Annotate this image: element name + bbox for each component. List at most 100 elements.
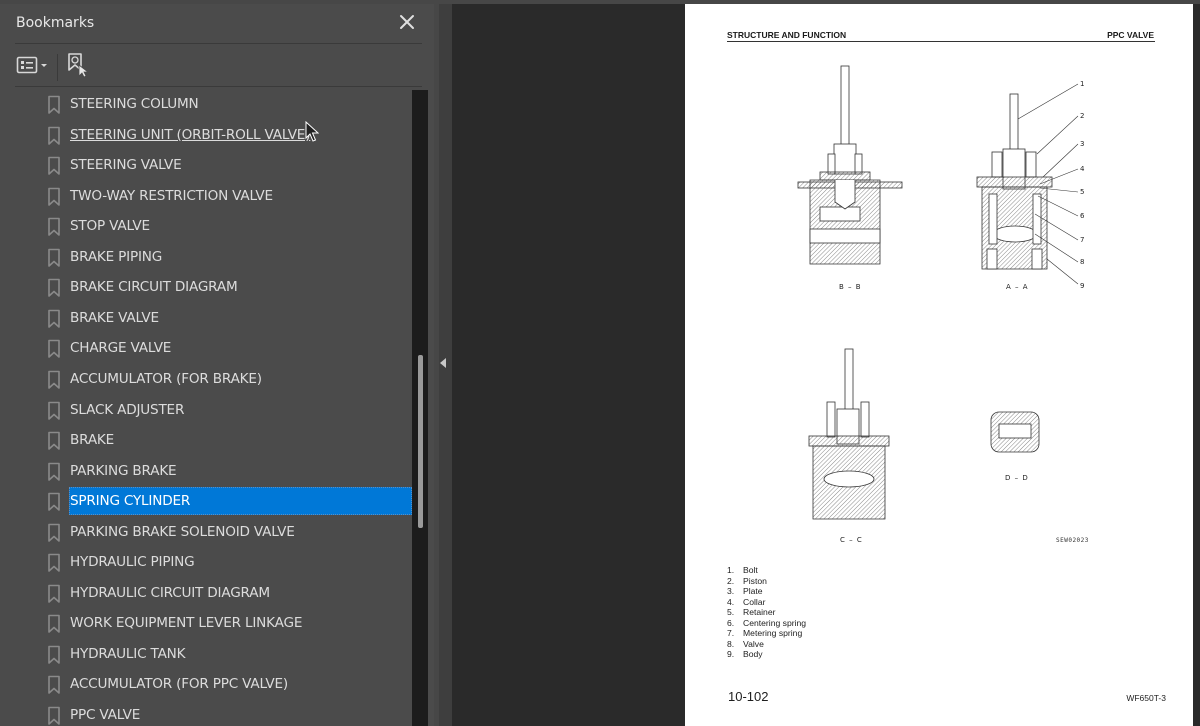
bookmark-icon <box>48 584 60 603</box>
legend-row: 6. Centering spring <box>727 618 806 629</box>
find-current-bookmark-icon <box>68 53 90 78</box>
legend-number: 1. <box>727 565 735 575</box>
legend-number: 6. <box>727 617 735 628</box>
bookmark-item[interactable]: BRAKE PIPING <box>0 243 412 273</box>
view-d-d <box>990 411 1040 453</box>
bookmark-item[interactable]: HYDRAULIC TANK <box>0 640 412 670</box>
bookmark-item[interactable]: CHARGE VALVE <box>0 334 412 364</box>
options-list-icon <box>16 56 47 74</box>
view-c-c <box>808 348 890 520</box>
page-number: 10-102 <box>728 689 769 704</box>
view-b-b <box>797 65 903 265</box>
legend-number: 3. <box>727 586 735 596</box>
bookmark-item[interactable]: TWO-WAY RESTRICTION VALVE <box>0 182 412 212</box>
legend-number: 8. <box>727 638 735 649</box>
find-current-bookmark-button[interactable] <box>66 52 90 80</box>
bookmark-label: STEERING VALVE <box>70 157 182 174</box>
bookmark-icon <box>48 706 60 725</box>
bookmark-item[interactable]: SLACK ADJUSTER <box>0 396 412 426</box>
bookmark-label: HYDRAULIC PIPING <box>70 554 195 571</box>
bookmark-item[interactable]: STEERING COLUMN <box>0 90 412 120</box>
bookmark-item[interactable]: PARKING BRAKE <box>0 457 412 487</box>
legend-row: 8. Valve <box>727 639 806 650</box>
bookmark-icon <box>48 676 60 695</box>
view-label-a-a: A – A <box>1006 283 1029 291</box>
bookmark-icon <box>48 462 60 481</box>
bookmark-options-button[interactable] <box>16 54 50 76</box>
bookmark-icon <box>48 187 60 206</box>
view-label-b-b: B – B <box>839 283 862 291</box>
bookmark-item[interactable]: SPRING CYLINDER <box>0 487 412 517</box>
view-label-d-d: D – D <box>1005 474 1029 482</box>
callout-6: 6 <box>1080 212 1085 220</box>
legend-number: 4. <box>727 596 735 607</box>
bookmark-icon <box>48 309 60 328</box>
legend-text: Plate <box>743 586 763 596</box>
callout-9: 9 <box>1080 282 1084 290</box>
bookmark-item[interactable]: HYDRAULIC CIRCUIT DIAGRAM <box>0 579 412 609</box>
bookmark-label: BRAKE <box>70 432 115 449</box>
bookmark-item[interactable]: PPC VALVE <box>0 701 412 726</box>
callout-2: 2 <box>1080 112 1084 120</box>
bookmark-label: STOP VALVE <box>70 218 150 235</box>
callout-3: 3 <box>1080 140 1084 148</box>
collapse-panel-arrow-icon[interactable] <box>440 358 446 368</box>
bookmark-label: STEERING COLUMN <box>70 96 199 112</box>
legend-number: 9. <box>727 649 735 659</box>
legend-row: 3. Plate <box>727 586 806 597</box>
bookmark-label: SLACK ADJUSTER <box>70 401 185 418</box>
bookmark-icon <box>48 370 60 389</box>
bookmark-label: SPRING CYLINDER <box>70 493 191 510</box>
splitter-edge <box>434 4 439 726</box>
bookmark-icon <box>48 156 60 175</box>
bookmark-label: WORK EQUIPMENT LEVER LINKAGE <box>70 615 303 632</box>
legend-text: Piston <box>743 575 767 586</box>
bookmark-label: TWO-WAY RESTRICTION VALVE <box>70 187 273 204</box>
bookmark-label: PARKING BRAKE <box>70 462 177 479</box>
bookmark-label: BRAKE PIPING <box>70 248 163 265</box>
bookmark-label: HYDRAULIC TANK <box>70 645 186 662</box>
bookmark-item[interactable]: WORK EQUIPMENT LEVER LINKAGE <box>0 609 412 639</box>
scrollbar-thumb[interactable] <box>418 355 423 528</box>
bookmark-item[interactable]: HYDRAULIC PIPING <box>0 548 412 578</box>
bookmark-item[interactable]: BRAKE VALVE <box>0 304 412 334</box>
legend-row: 1. Bolt <box>727 565 806 576</box>
bookmark-label: HYDRAULIC CIRCUIT DIAGRAM <box>70 584 270 601</box>
ppc-valve-drawing: 1 2 3 4 5 6 7 8 9 <box>797 65 1085 520</box>
legend-row: 7. Metering spring <box>727 628 806 639</box>
callout-8: 8 <box>1080 258 1084 266</box>
legend-number: 7. <box>727 628 735 638</box>
figure-code: SEW02023 <box>1056 537 1089 544</box>
bookmark-icon <box>48 615 60 634</box>
bookmark-label: STEERING UNIT (ORBIT-ROLL VALVE) <box>70 126 311 143</box>
bookmark-item[interactable]: PARKING BRAKE SOLENOID VALVE <box>0 518 412 548</box>
legend-text: Collar <box>743 596 766 607</box>
viewer-right-margin <box>1193 4 1200 726</box>
bookmark-item[interactable]: BRAKE <box>0 426 412 456</box>
bookmark-item[interactable]: ACCUMULATOR (FOR BRAKE) <box>0 365 412 395</box>
divider <box>15 43 422 44</box>
bookmark-item[interactable]: ACCUMULATOR (FOR PPC VALVE) <box>0 670 412 700</box>
bookmark-item[interactable]: STEERING UNIT (ORBIT-ROLL VALVE) <box>0 121 412 151</box>
close-panel-button[interactable] <box>398 13 416 31</box>
bookmark-label: BRAKE VALVE <box>70 309 159 326</box>
legend-text: Bolt <box>743 565 758 575</box>
bookmark-label: PPC VALVE <box>70 707 141 723</box>
view-label-c-c: C – C <box>840 536 863 544</box>
bookmark-label: ACCUMULATOR (FOR BRAKE) <box>70 370 262 387</box>
callout-1: 1 <box>1080 80 1084 88</box>
close-icon <box>400 15 414 29</box>
bookmark-icon <box>48 401 60 420</box>
bookmark-item[interactable]: STOP VALVE <box>0 212 412 242</box>
bookmark-icon <box>48 523 60 542</box>
legend-number: 5. <box>727 607 735 617</box>
bookmark-icon <box>48 340 60 359</box>
callout-4: 4 <box>1080 165 1085 173</box>
view-a-a <box>976 93 1053 270</box>
bookmark-item[interactable]: BRAKE CIRCUIT DIAGRAM <box>0 273 412 303</box>
bookmark-icon <box>48 248 60 267</box>
panel-title: Bookmarks <box>16 15 95 31</box>
bookmark-label: CHARGE VALVE <box>70 340 172 357</box>
bookmark-icon <box>48 553 60 573</box>
bookmark-item[interactable]: STEERING VALVE <box>0 151 412 181</box>
